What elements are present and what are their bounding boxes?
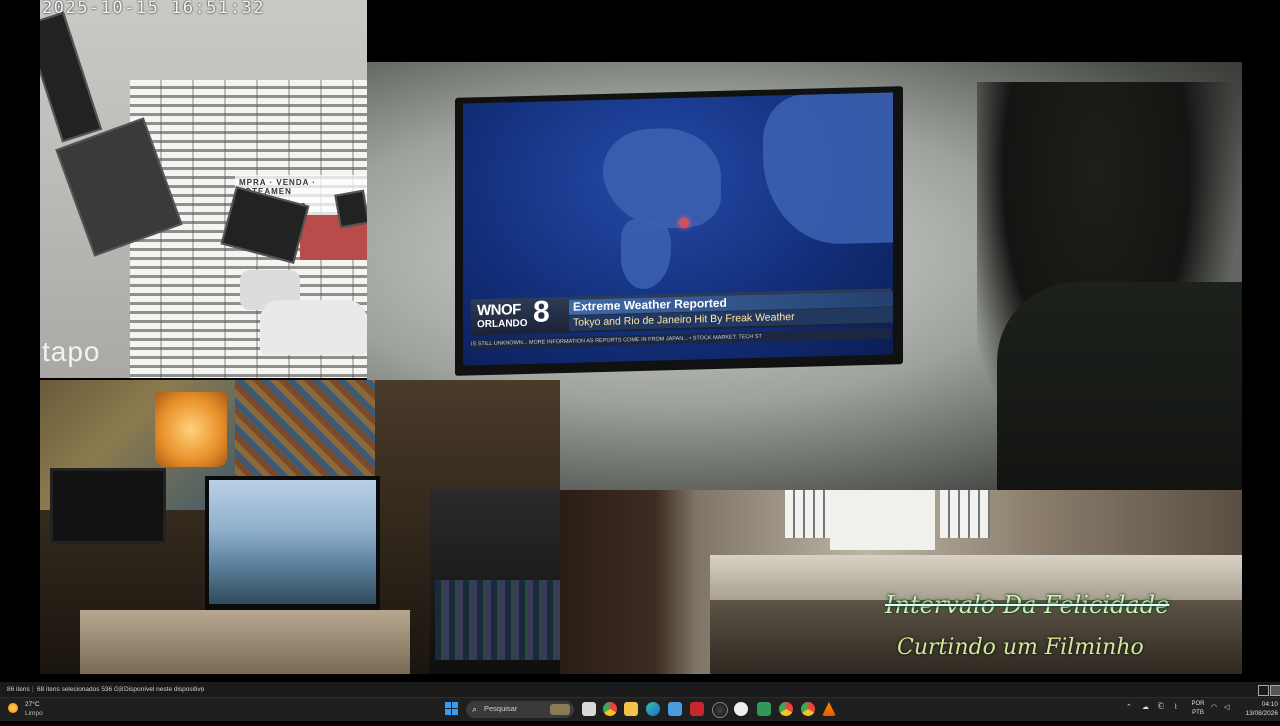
overlay-title: Intervalo Da Felicidade xyxy=(885,591,1170,619)
channel-logo: WNOF ORLANDO 8 xyxy=(475,295,559,335)
notepad-icon[interactable] xyxy=(668,702,682,716)
camera-timestamp: 2025-10-15 16:51:32 xyxy=(42,0,265,18)
tv-screen: WNOF ORLANDO 8 Extreme Weather Reported … xyxy=(463,92,893,366)
south-america-map xyxy=(603,126,721,230)
table-lamp xyxy=(155,392,227,467)
acrobat-icon[interactable] xyxy=(690,702,704,716)
forest-wallpaper xyxy=(209,480,376,604)
item-count: 86 itens xyxy=(7,686,30,693)
tapo-logo: tapo xyxy=(42,336,101,367)
weather-temp: 27°C xyxy=(25,701,40,708)
details-view-button[interactable] xyxy=(1258,685,1269,696)
man-shoulder xyxy=(997,282,1242,490)
status-separator: | xyxy=(201,686,203,693)
weather-desc: Limpo xyxy=(25,710,43,717)
tiles-view-button[interactable] xyxy=(1270,685,1280,696)
clock-date: 13/08/2026 xyxy=(1245,710,1278,717)
dark-monitor xyxy=(50,468,166,544)
channel-call: WNOF xyxy=(477,301,521,320)
desk xyxy=(80,610,410,674)
forest-monitor xyxy=(205,476,380,611)
status-separator: | xyxy=(119,686,121,693)
channel-number: 8 xyxy=(533,295,550,329)
mic-icon[interactable]: ⌇ xyxy=(1174,703,1177,726)
folder-icon[interactable] xyxy=(624,702,638,716)
chrome-profile2-icon[interactable] xyxy=(801,702,815,716)
bright-window xyxy=(830,490,935,550)
keyboard-layout: PTB xyxy=(1192,710,1204,716)
selection-info: 68 itens selecionados 536 GB xyxy=(37,686,124,693)
news-lower-third: WNOF ORLANDO 8 Extreme Weather Reported … xyxy=(471,288,893,336)
daw-screen xyxy=(435,580,560,660)
search-icon: ⌕ xyxy=(472,704,478,714)
spreadsheet-icon[interactable] xyxy=(757,702,771,716)
status-separator: | xyxy=(32,686,34,693)
flying-laptop xyxy=(334,189,367,229)
volume-icon[interactable]: ◁ xyxy=(1224,703,1229,726)
window-grille xyxy=(940,490,990,538)
camera-feed: MPRA · VENDA · LOTEAMEN 065-3623-6393 20… xyxy=(40,0,367,378)
start-button[interactable] xyxy=(445,702,459,716)
weather-widget[interactable]: 27°C Limpo xyxy=(8,700,68,719)
search-highlight-icon xyxy=(550,704,570,715)
south-america-map xyxy=(621,218,671,290)
window-grille xyxy=(785,490,835,538)
taskbar: 27°C Limpo ⌕ Pesquisar ⌃ ☁ ⎗ ⌇ POR PTB ◠… xyxy=(0,697,1280,721)
kitchen-camera-feed: Intervalo Da Felicidade Curtindo um Film… xyxy=(560,490,1242,674)
wifi-icon[interactable]: ◠ xyxy=(1211,703,1217,726)
white-car xyxy=(260,300,367,355)
onedrive-icon[interactable]: ☁ xyxy=(1142,703,1149,726)
flying-laptop xyxy=(40,11,103,143)
overlay-subtitle: Curtindo um Filminho xyxy=(897,635,1144,660)
usb-icon[interactable]: ⎗ xyxy=(1158,703,1164,726)
wall-tapestry xyxy=(235,380,375,490)
search-placeholder: Pesquisar xyxy=(484,704,518,713)
vlc-icon[interactable] xyxy=(822,702,836,716)
chrome-icon[interactable] xyxy=(603,702,617,716)
chrome-profile-icon[interactable] xyxy=(779,702,793,716)
africa-map xyxy=(763,92,893,246)
edge-icon[interactable] xyxy=(646,702,660,716)
file-explorer-icon[interactable] xyxy=(582,702,596,716)
obs-icon[interactable] xyxy=(734,702,748,716)
taskbar-search[interactable]: ⌕ Pesquisar xyxy=(466,701,574,718)
availability-status: Disponível neste dispositivo xyxy=(124,686,205,693)
channel-city: ORLANDO xyxy=(477,317,528,331)
tray-expand-icon[interactable]: ⌃ xyxy=(1126,703,1132,726)
davinci-icon[interactable] xyxy=(712,702,728,718)
sun-icon xyxy=(8,703,18,713)
explorer-status-bar: 86 itens | 68 itens selecionados 536 GB … xyxy=(0,682,1280,697)
room-camera-feed xyxy=(40,380,560,674)
clock-time: 04:10 xyxy=(1261,701,1278,708)
language-code: POR xyxy=(1191,701,1205,707)
